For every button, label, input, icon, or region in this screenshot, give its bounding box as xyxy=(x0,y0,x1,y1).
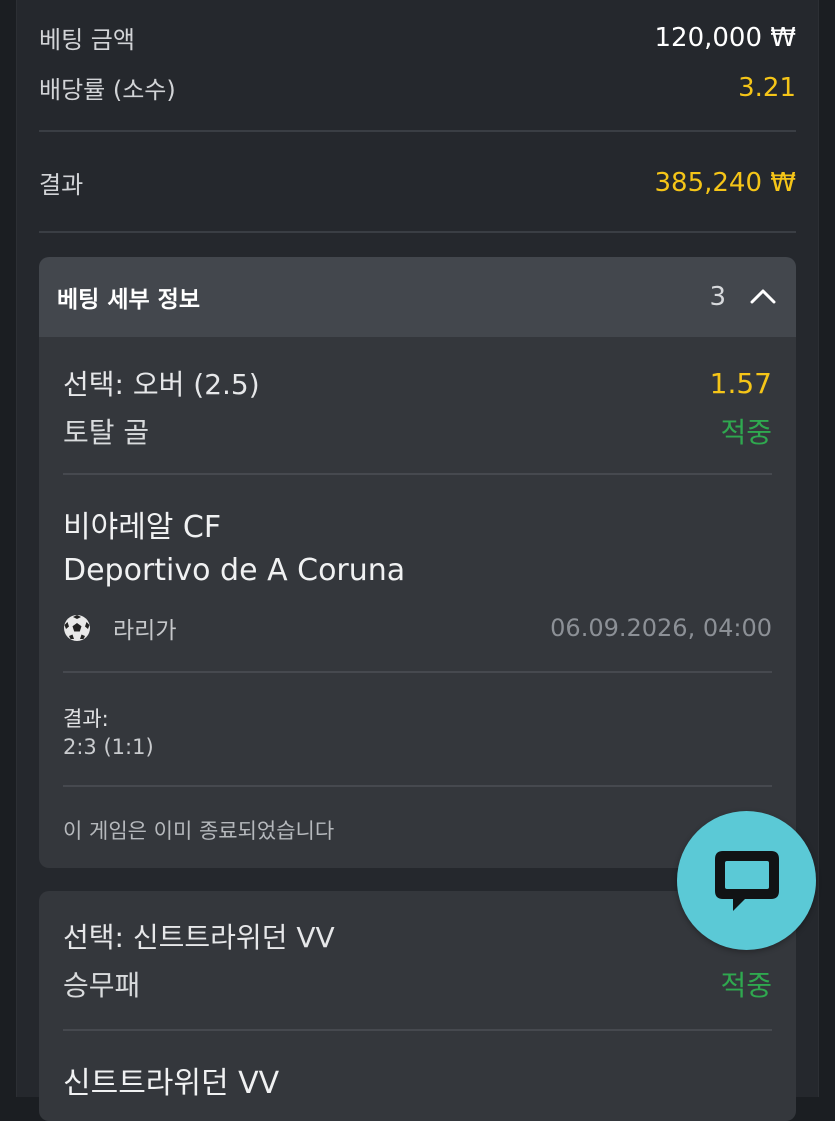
selection-card: 선택: 오버 (2.5) 1.57 토탈 골 적중 비야레알 CF Deport… xyxy=(39,337,796,868)
league-info: 라리가 xyxy=(63,611,176,645)
selection-card: 선택: 신트트라위던 VV 승무패 적중 신트트라위던 VV xyxy=(39,891,796,1121)
stake-label: 베팅 금액 xyxy=(39,26,135,54)
result-label: 결과 xyxy=(39,171,84,199)
home-team: 신트트라위던 VV xyxy=(63,1066,280,1101)
selection-text: 선택: 신트트라위던 VV xyxy=(63,921,335,954)
match-result-score: 2:3 (1:1) xyxy=(63,735,154,759)
result-row: 결과 385,240 ₩ xyxy=(39,165,796,200)
divider xyxy=(63,1029,772,1031)
divider xyxy=(39,231,796,233)
divider xyxy=(63,473,772,475)
bet-details-toggle[interactable]: 베팅 세부 정보 3 xyxy=(39,257,796,337)
league-name: 라리가 xyxy=(113,618,177,644)
stake-row: 베팅 금액 120,000 ₩ xyxy=(39,20,796,55)
result-value: 385,240 ₩ xyxy=(654,167,797,198)
selection-text: 선택: 오버 (2.5) xyxy=(63,368,260,401)
odds-row: 배당률 (소수) 3.21 xyxy=(39,70,796,105)
bet-details-count: 3 xyxy=(709,282,726,312)
bet-details-meta: 3 xyxy=(709,282,778,312)
game-finished-note: 이 게임은 이미 종료되었습니다 xyxy=(63,819,335,843)
odds-value: 3.21 xyxy=(738,72,796,103)
status-badge: 적중 xyxy=(720,416,772,449)
odds-label: 배당률 (소수) xyxy=(39,76,176,104)
away-team: Deportivo de A Coruna xyxy=(63,553,406,588)
market-name: 토탈 골 xyxy=(63,416,150,449)
market-row: 승무패 적중 xyxy=(63,964,772,1004)
home-team: 비야레알 CF xyxy=(63,510,222,545)
market-row: 토탈 골 적중 xyxy=(63,411,772,451)
league-row: 라리가 06.09.2026, 04:00 xyxy=(63,611,772,645)
chat-button[interactable] xyxy=(677,811,816,950)
stake-value: 120,000 ₩ xyxy=(654,22,797,53)
market-name: 승무패 xyxy=(63,969,141,1002)
match-datetime: 06.09.2026, 04:00 xyxy=(550,614,772,642)
divider xyxy=(63,785,772,787)
divider xyxy=(63,671,772,673)
chat-bubble-icon xyxy=(714,850,779,911)
soccer-ball-icon xyxy=(64,615,90,641)
selection-row: 선택: 오버 (2.5) 1.57 xyxy=(63,363,772,403)
divider xyxy=(39,130,796,132)
chevron-up-icon[interactable] xyxy=(748,282,778,312)
selection-row: 선택: 신트트라위던 VV xyxy=(63,916,772,956)
selection-odds: 1.57 xyxy=(709,366,772,400)
match-result-label: 결과: xyxy=(63,707,109,731)
status-badge: 적중 xyxy=(720,969,772,1002)
bet-details-title: 베팅 세부 정보 xyxy=(57,287,200,313)
